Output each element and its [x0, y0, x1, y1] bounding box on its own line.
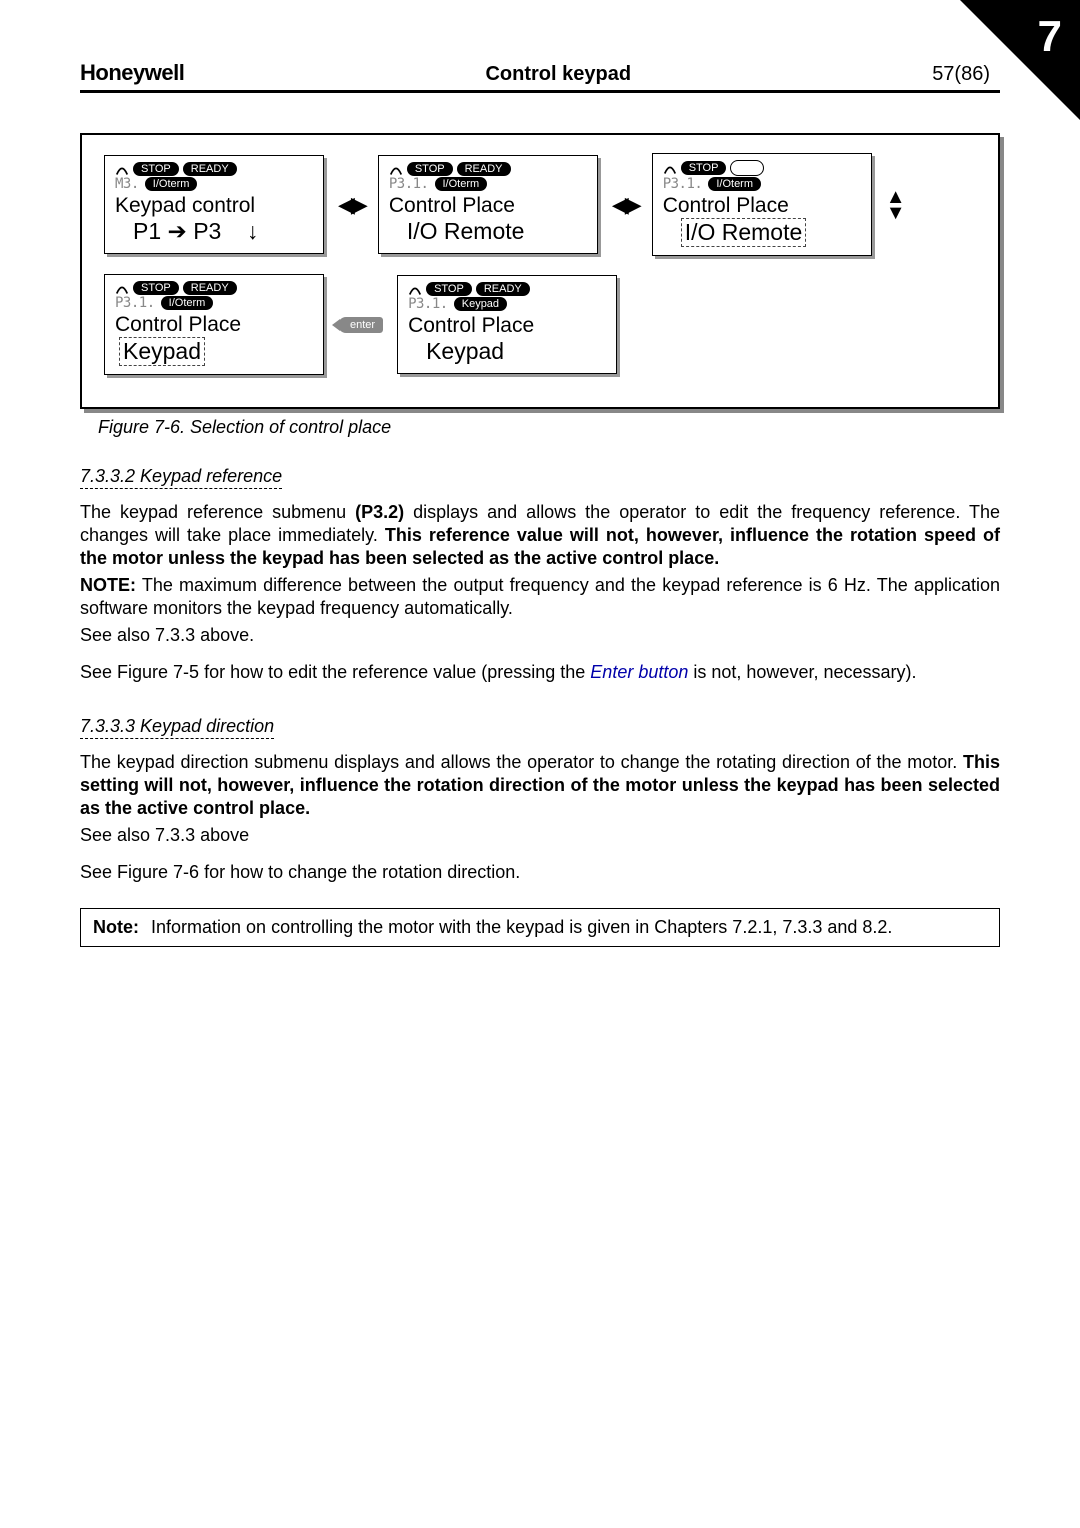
lcd-5-line1: Control Place [408, 314, 606, 338]
curve-icon [663, 161, 677, 175]
lcd-5-line2: Keypad [426, 338, 606, 365]
sec1-note-text: The maximum difference between the outpu… [80, 575, 1000, 618]
sec1-see2: See Figure 7-5 for how to edit the refer… [80, 661, 1000, 684]
sec1-p1: The keypad reference submenu (P3.2) disp… [80, 501, 1000, 570]
note-box: Note: Information on controlling the mot… [80, 908, 1000, 947]
ready-badge: READY [183, 281, 237, 295]
lcd-2-line1: Control Place [389, 194, 587, 218]
lcd-5-menu-id: P3.1. [408, 296, 448, 312]
lcd-5-status-row: STOP READY [408, 282, 606, 296]
ioterm-badge: I/Oterm [435, 177, 488, 191]
keypad-badge: Keypad [454, 297, 507, 311]
curve-icon [115, 281, 129, 295]
lcd-4-line2-text: Keypad [119, 337, 205, 366]
ioterm-badge: I/Oterm [145, 177, 198, 191]
enter-button-icon: enter [338, 317, 383, 333]
ioterm-badge: I/Oterm [161, 296, 214, 310]
lcd-panel-1: STOP READY M3. I/Oterm Keypad control P1… [104, 155, 324, 254]
sec2-see2: See Figure 7-6 for how to change the rot… [80, 861, 1000, 884]
lcd-2-line2: I/O Remote [407, 218, 587, 245]
curve-icon [389, 162, 403, 176]
page-header: Honeywell Control keypad 57(86) [80, 60, 1000, 93]
figure-caption: Figure 7-6. Selection of control place [98, 417, 1000, 438]
stop-badge: STOP [133, 162, 179, 176]
lcd-4-menu-id: P3.1. [115, 295, 155, 311]
lcd-3-line2-text: I/O Remote [681, 218, 807, 247]
stop-badge: STOP [407, 162, 453, 176]
sec1-see2c: is not, however, necessary). [693, 662, 916, 682]
lcd-1-menu-id: M3. [115, 176, 139, 192]
ready-badge: READY [476, 282, 530, 296]
lcd-4-line1: Control Place [115, 313, 313, 337]
lcd-3-status-row: STOP [663, 160, 861, 176]
sec1-note-label: NOTE: [80, 575, 136, 595]
lcd-panel-2: STOP READY P3.1. I/Oterm Control Place I… [378, 155, 598, 254]
figure-row-1: STOP READY M3. I/Oterm Keypad control P1… [104, 153, 976, 256]
brand-logo: Honeywell [80, 60, 184, 86]
note-text: Information on controlling the motor wit… [151, 917, 987, 938]
lcd-1-line1: Keypad control [115, 194, 313, 218]
lcd-2-status-row: STOP READY [389, 162, 587, 176]
left-right-arrows-icon: ◀▶ [612, 192, 638, 218]
figure-box: STOP READY M3. I/Oterm Keypad control P1… [80, 133, 1000, 409]
curve-icon [115, 162, 129, 176]
lcd-1-p3: P3 [193, 218, 221, 244]
sec1-see2a: See Figure 7-5 for how to edit the refer… [80, 662, 590, 682]
lcd-1-p1: P1 [133, 218, 161, 244]
figure-row-2: STOP READY P3.1. I/Oterm Control Place K… [104, 274, 976, 375]
stop-badge: STOP [426, 282, 472, 296]
chapter-tab-number: 7 [1038, 12, 1062, 62]
section-heading-7332: 7.3.3.2 Keypad reference [80, 466, 282, 489]
left-right-arrows-icon: ◀▶ [338, 192, 364, 218]
lcd-3-line1: Control Place [663, 194, 861, 218]
lcd-3-line2: I/O Remote [681, 218, 861, 247]
ready-badge: READY [183, 162, 237, 176]
lcd-4-line2: Keypad [119, 337, 313, 366]
lcd-panel-5: STOP READY P3.1. Keypad Control Place Ke… [397, 275, 617, 374]
sec2-p1a: The keypad direction submenu displays an… [80, 752, 963, 772]
right-arrow-icon: ➔ [168, 218, 187, 244]
ioterm-badge: I/Oterm [708, 177, 761, 191]
sec1-p1a: The keypad reference submenu [80, 502, 355, 522]
lcd-4-status-row: STOP READY [115, 281, 313, 295]
ready-badge-empty [730, 160, 763, 176]
lcd-1-status-row: STOP READY [115, 162, 313, 176]
lcd-2-menu-id: P3.1. [389, 176, 429, 192]
sec1-see1: See also 7.3.3 above. [80, 624, 1000, 647]
sec2-see1: See also 7.3.3 above [80, 824, 1000, 847]
stop-badge: STOP [133, 281, 179, 295]
lcd-1-line2: P1 ➔ P3 ↓ [133, 218, 313, 245]
sec2-p1: The keypad direction submenu displays an… [80, 751, 1000, 820]
stop-badge: STOP [681, 161, 727, 175]
note-label: Note: [93, 917, 139, 938]
sec1-p1b: (P3.2) [355, 502, 404, 522]
lcd-panel-3: STOP P3.1. I/Oterm Control Place I/O Rem… [652, 153, 872, 256]
lcd-3-menu-id: P3.1. [663, 176, 703, 192]
up-down-arrows-icon: ▲▼ [886, 189, 906, 221]
curve-icon [408, 282, 422, 296]
down-arrow-icon: ↓ [247, 218, 259, 244]
sec1-note: NOTE: The maximum difference between the… [80, 574, 1000, 620]
chapter-tab-bg [960, 0, 1080, 120]
lcd-panel-4: STOP READY P3.1. I/Oterm Control Place K… [104, 274, 324, 375]
header-title: Control keypad [184, 63, 932, 86]
ready-badge: READY [457, 162, 511, 176]
page: 7 Honeywell Control keypad 57(86) STOP R… [0, 0, 1080, 1007]
enter-button-link[interactable]: Enter button [590, 662, 688, 682]
section-heading-7333: 7.3.3.3 Keypad direction [80, 716, 274, 739]
